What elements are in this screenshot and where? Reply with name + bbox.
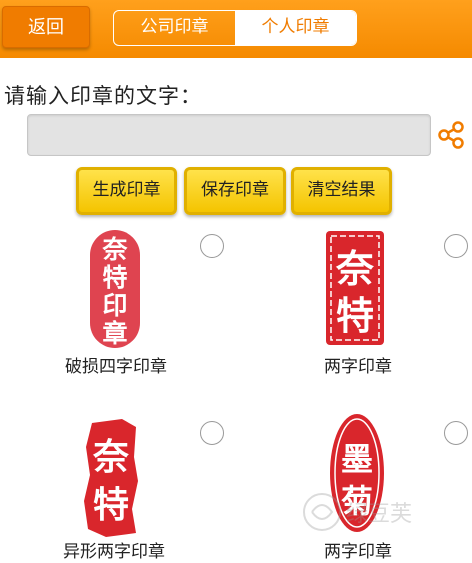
tab-company-seal[interactable]: 公司印章 bbox=[114, 11, 235, 45]
svg-text:奈: 奈 bbox=[92, 436, 129, 478]
seal-preview-two-char[interactable]: 奈 特 bbox=[324, 229, 386, 347]
seal-text-input[interactable] bbox=[27, 114, 431, 156]
svg-text:特: 特 bbox=[93, 484, 129, 526]
seal-radio-4[interactable] bbox=[444, 421, 468, 445]
svg-text:特: 特 bbox=[336, 293, 374, 338]
svg-text:奈: 奈 bbox=[101, 235, 128, 264]
tab-personal-seal[interactable]: 个人印章 bbox=[235, 11, 356, 45]
save-seal-button[interactable]: 保存印章 bbox=[184, 167, 286, 215]
seal-radio-1[interactable] bbox=[200, 234, 224, 258]
seal-radio-2[interactable] bbox=[444, 234, 468, 258]
svg-text:特: 特 bbox=[102, 263, 127, 292]
clear-results-button[interactable]: 清空结果 bbox=[291, 167, 392, 215]
svg-text:绿豆芙: 绿豆芙 bbox=[346, 502, 412, 527]
watermark-logo: 绿豆芙 bbox=[303, 493, 412, 531]
share-icon[interactable] bbox=[436, 120, 466, 150]
seal-label-1: 破损四字印章 bbox=[65, 357, 167, 377]
seal-radio-3[interactable] bbox=[200, 421, 224, 445]
top-bar: 返回 公司印章 个人印章 bbox=[0, 0, 472, 58]
generate-seal-button[interactable]: 生成印章 bbox=[76, 167, 177, 215]
input-prompt: 请输入印章的文字： bbox=[4, 84, 202, 108]
seal-type-tabs: 公司印章 个人印章 bbox=[113, 10, 357, 46]
seal-label-2: 两字印章 bbox=[324, 357, 392, 377]
svg-text:章: 章 bbox=[102, 319, 127, 348]
seal-preview-irregular-two-char[interactable]: 奈 特 bbox=[82, 417, 140, 539]
back-button[interactable]: 返回 bbox=[2, 6, 90, 48]
svg-text:印: 印 bbox=[102, 291, 127, 320]
seal-label-3: 异形两字印章 bbox=[63, 542, 165, 562]
svg-text:墨: 墨 bbox=[341, 440, 373, 478]
svg-text:奈: 奈 bbox=[335, 246, 374, 291]
seal-preview-damaged-four-char[interactable]: 奈 特 印 章 bbox=[88, 228, 142, 350]
